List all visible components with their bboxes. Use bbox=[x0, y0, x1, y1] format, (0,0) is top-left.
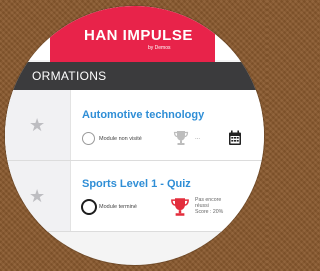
module-title[interactable]: Sports Level 1 - Quiz bbox=[82, 178, 191, 190]
trophy-result: Pas encore réussi Score : 20% bbox=[195, 197, 223, 215]
score-value: Score : 20% bbox=[195, 209, 224, 215]
calendar-icon[interactable] bbox=[228, 130, 242, 146]
trophy-text: ... bbox=[195, 135, 201, 141]
progress-ring-icon bbox=[81, 199, 97, 215]
progress-ring-icon bbox=[82, 132, 95, 145]
section-title: ORMATIONS bbox=[32, 69, 107, 83]
brand-title: HAN IMPULSE bbox=[84, 27, 193, 44]
brand-subtitle: by Demos bbox=[148, 45, 171, 51]
circular-crop: HAN IMPULSE by Demos ORMATIONS ★ Automot… bbox=[5, 6, 264, 265]
star-icon[interactable]: ★ bbox=[29, 187, 45, 205]
module-status: Module non visité bbox=[99, 136, 142, 142]
module-title[interactable]: Automotive technology bbox=[82, 109, 204, 121]
trophy-icon bbox=[171, 198, 189, 216]
module-card[interactable]: ★ Sports Level 1 - Quiz Module terminé P… bbox=[5, 161, 264, 232]
trophy-icon bbox=[173, 131, 189, 145]
module-status: Module terminé bbox=[99, 204, 137, 210]
module-list: ★ Automotive technology Module non visit… bbox=[5, 90, 264, 232]
app-screen: HAN IMPULSE by Demos ORMATIONS ★ Automot… bbox=[5, 6, 264, 265]
star-icon[interactable]: ★ bbox=[29, 116, 45, 134]
module-card[interactable]: ★ Automotive technology Module non visit… bbox=[5, 90, 264, 161]
